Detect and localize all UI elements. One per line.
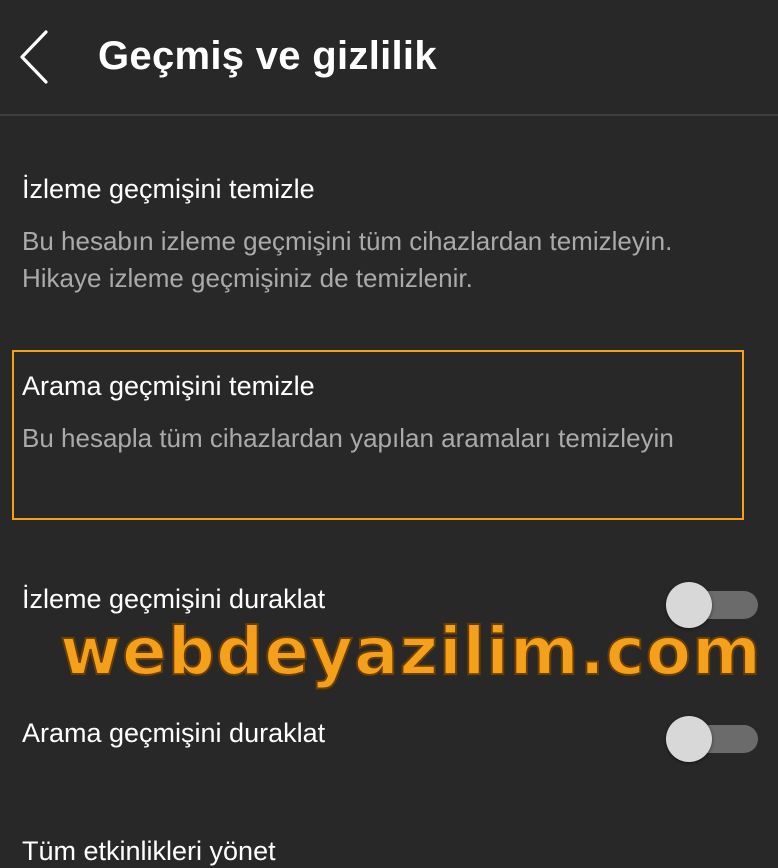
- setting-title: Tüm etkinlikleri yönet: [22, 836, 276, 866]
- toggle-label: İzleme geçmişini duraklat: [22, 584, 326, 614]
- clear-search-history-item[interactable]: Arama geçmişini temizle Bu hesapla tüm c…: [22, 369, 742, 457]
- toggle-thumb: [666, 582, 712, 628]
- toggle-label: Arama geçmişini duraklat: [22, 718, 326, 748]
- setting-title: Arama geçmişini temizle: [22, 371, 315, 401]
- manage-all-activity-item[interactable]: Tüm etkinlikleri yönet: [22, 834, 742, 868]
- watermark-text: webdeyazilim.com: [59, 612, 762, 691]
- toggle-thumb: [666, 716, 712, 762]
- pause-search-history-toggle[interactable]: [666, 716, 758, 762]
- setting-title: İzleme geçmişini temizle: [22, 174, 315, 204]
- clear-watch-history-item[interactable]: İzleme geçmişini temizle Bu hesabın izle…: [22, 172, 742, 297]
- setting-description: Bu hesapla tüm cihazlardan yapılan arama…: [22, 423, 674, 453]
- chevron-left-icon: [20, 30, 48, 84]
- app-header: Geçmiş ve gizlilik: [0, 0, 778, 116]
- setting-description: Bu hesabın izleme geçmişini tüm cihazlar…: [22, 226, 673, 293]
- page-title: Geçmiş ve gizlilik: [98, 34, 437, 78]
- pause-watch-history-toggle[interactable]: [666, 582, 758, 628]
- back-button[interactable]: [8, 22, 60, 92]
- pause-watch-history-row[interactable]: İzleme geçmişini duraklat: [22, 578, 758, 628]
- header-divider: [0, 114, 778, 116]
- settings-screen: Geçmiş ve gizlilik İzleme geçmişini temi…: [0, 0, 778, 868]
- pause-search-history-row[interactable]: Arama geçmişini duraklat: [22, 712, 758, 762]
